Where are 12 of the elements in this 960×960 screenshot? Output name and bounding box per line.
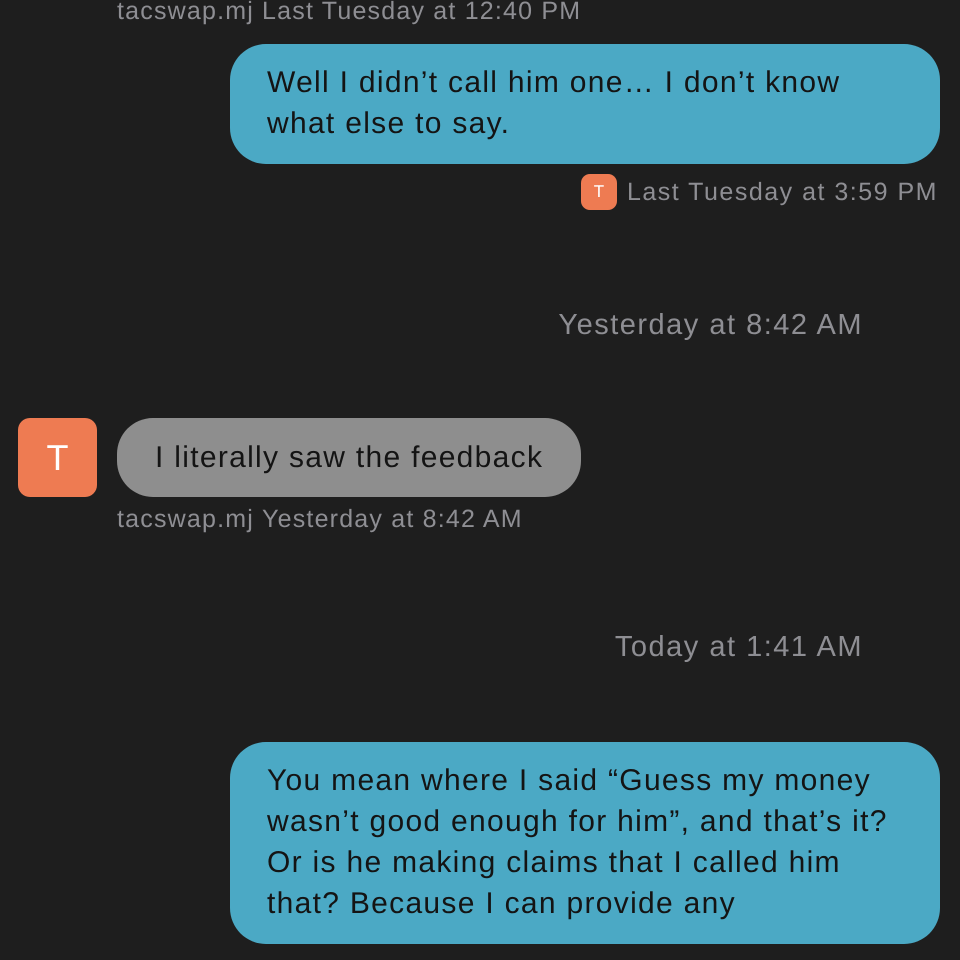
message-bubble: Well I didn’t call him one… I don’t know what else to say. [230, 44, 940, 164]
sender-name: tacswap.mj [117, 0, 254, 24]
avatar: T [580, 174, 617, 210]
date-separator: Today at 1:41 AM [614, 630, 863, 664]
message-bubble: I literally saw the feedback [117, 418, 582, 497]
avatar: T [18, 418, 97, 497]
message-time: Last Tuesday at 12:40 PM [262, 0, 582, 24]
read-time: Last Tuesday at 3:59 PM [626, 178, 938, 206]
message-bubble: You mean where I said “Guess my money wasn’t good enough for him”, and that’s it? Or is he making claims that I called him that? Because I can provide any [230, 742, 940, 944]
message-time: Yesterday at 8:42 AM [262, 506, 523, 532]
sender-name: tacswap.mj [117, 506, 254, 532]
date-separator: Yesterday at 8:42 AM [558, 308, 863, 342]
